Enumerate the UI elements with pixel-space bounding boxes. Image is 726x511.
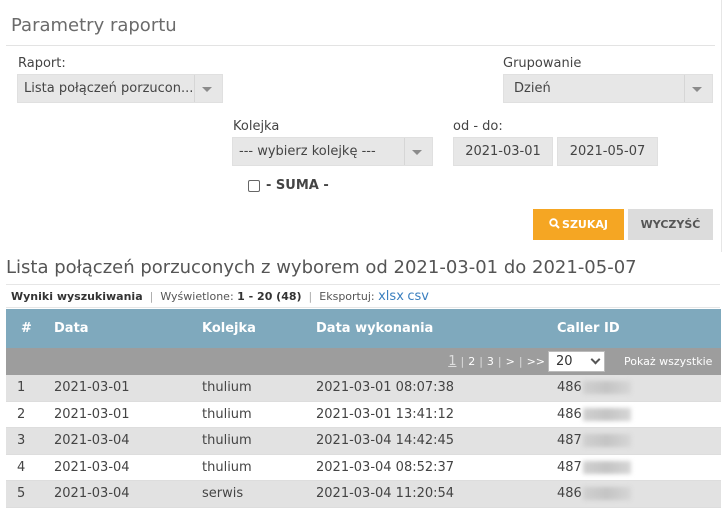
column-header-exec-date[interactable]: Data wykonania [316,309,433,348]
search-button-label: SZUKAJ [562,218,608,231]
pagination-links: 1 | 2 | 3 | > | >> [448,354,545,369]
caller-id-prefix: 487 [557,433,582,448]
column-header-number[interactable]: # [21,309,32,348]
raport-select-value: Lista połączeń porzucon... [24,81,194,96]
cell-caller-id: 486 [557,481,631,507]
redacted-number [582,407,631,421]
table-row[interactable]: 1 2021-03-01 thulium 2021-03-01 08:07:38… [6,375,721,402]
caller-id-prefix: 486 [557,406,582,422]
table-row[interactable]: 4 2021-03-04 thulium 2021-03-04 08:52:37… [6,454,721,481]
page-link[interactable]: 3 [487,355,494,368]
raport-select-toggle[interactable] [194,75,222,102]
cell-exec-date: 2021-03-01 08:07:38 [316,380,455,395]
cell-date: 2021-03-04 [54,459,130,475]
show-all-link[interactable]: Pokaż wszystkie [624,348,712,375]
cell-queue: thulium [202,380,252,395]
last-page-link[interactable]: >> [527,355,545,368]
search-icon [549,218,560,229]
export-label: Eksportuj: [319,290,375,303]
export-xlsx-link[interactable]: xlsx [378,289,404,304]
results-info-bar: Wyniki wyszukiwania | Wyświetlone: 1 - 20 … [6,284,720,308]
raport-label: Raport: [18,56,66,71]
column-header-queue[interactable]: Kolejka [202,309,256,348]
cell-number: 5 [17,486,26,501]
suma-option[interactable]: - SUMA - [248,178,329,193]
suma-checkbox[interactable] [248,179,260,192]
results-title: Lista połączeń porzuconych z wyborem od … [6,257,637,278]
page-link[interactable]: 2 [468,355,475,368]
page-link-current[interactable]: 1 [448,354,456,369]
results-info-label: Wyniki wyszukiwania [11,290,143,303]
export-csv-link[interactable]: csv [407,289,429,304]
displayed-label: Wyświetlone: [160,290,234,303]
chevron-down-icon [590,354,601,365]
cell-caller-id: 487 [557,455,631,481]
table-row[interactable]: 3 2021-03-04 thulium 2021-03-04 14:42:45… [6,428,721,455]
per-page-select[interactable]: 20 [548,351,605,372]
redacted-number [582,434,631,447]
cell-exec-date: 2021-03-04 08:52:37 [316,459,455,475]
cell-exec-date: 2021-03-04 11:20:54 [316,486,455,501]
date-to-input[interactable]: 2021-05-07 [557,137,658,166]
cell-exec-date: 2021-03-04 14:42:45 [316,433,455,448]
pagination-bar: 1 | 2 | 3 | > | >> 20 Pokaż wszystkie [6,348,721,375]
displayed-value: 1 - 20 (48) [237,290,302,303]
cell-date: 2021-03-01 [54,380,130,395]
cell-number: 2 [17,406,26,422]
column-header-caller-id[interactable]: Caller ID [557,309,620,348]
search-button[interactable]: SZUKAJ [533,209,624,240]
cell-queue: thulium [202,406,252,422]
cell-queue: thulium [202,459,252,475]
cell-caller-id: 487 [557,428,631,454]
next-page-link[interactable]: > [506,355,515,368]
kolejka-label: Kolejka [233,119,280,134]
caller-id-prefix: 486 [557,380,582,395]
divider [6,45,715,46]
table-row[interactable]: 5 2021-03-04 serwis 2021-03-04 11:20:54 … [6,481,721,508]
per-page-value: 20 [556,354,573,369]
results-table: # Data Kolejka Data wykonania Caller ID … [6,309,721,508]
cell-number: 1 [17,380,26,395]
cell-caller-id: 486 [557,402,631,428]
table-row[interactable]: 2 2021-03-01 thulium 2021-03-01 13:41:12… [6,401,721,428]
table-header: # Data Kolejka Data wykonania Caller ID [6,309,721,348]
suma-label: - SUMA - [266,178,329,193]
cell-queue: thulium [202,433,252,448]
cell-caller-id: 486 [557,375,631,401]
cell-number: 3 [17,433,26,448]
params-title: Parametry raportu [11,15,177,36]
date-range-label: od - do: [453,119,503,134]
report-parameters-panel: Parametry raportu Raport: Lista połączeń… [0,0,722,252]
kolejka-select-toggle[interactable] [404,138,432,165]
kolejka-select[interactable]: --- wybierz kolejkę --- [232,137,433,166]
kolejka-select-value: --- wybierz kolejkę --- [239,144,376,159]
caller-id-prefix: 487 [557,459,582,475]
date-from-input[interactable]: 2021-03-01 [453,137,553,166]
cell-number: 4 [17,459,26,475]
cell-date: 2021-03-04 [54,433,130,448]
cell-date: 2021-03-04 [54,486,130,501]
redacted-number [582,381,631,394]
caret-down-icon [202,87,212,92]
redacted-number [582,460,631,474]
grupowanie-select-value: Dzień [514,81,551,96]
cell-queue: serwis [202,486,244,501]
caret-down-icon [692,87,702,92]
cell-date: 2021-03-01 [54,406,130,422]
grupowanie-select[interactable]: Dzień [503,74,713,103]
grupowanie-select-toggle[interactable] [684,75,712,102]
clear-button[interactable]: WYCZYŚĆ [628,209,713,240]
redacted-number [582,487,631,500]
cell-exec-date: 2021-03-01 13:41:12 [316,406,455,422]
column-header-date[interactable]: Data [54,309,89,348]
raport-select[interactable]: Lista połączeń porzucon... [17,74,223,103]
grupowanie-label: Grupowanie [503,56,582,71]
caller-id-prefix: 486 [557,486,582,501]
caret-down-icon [412,150,422,155]
